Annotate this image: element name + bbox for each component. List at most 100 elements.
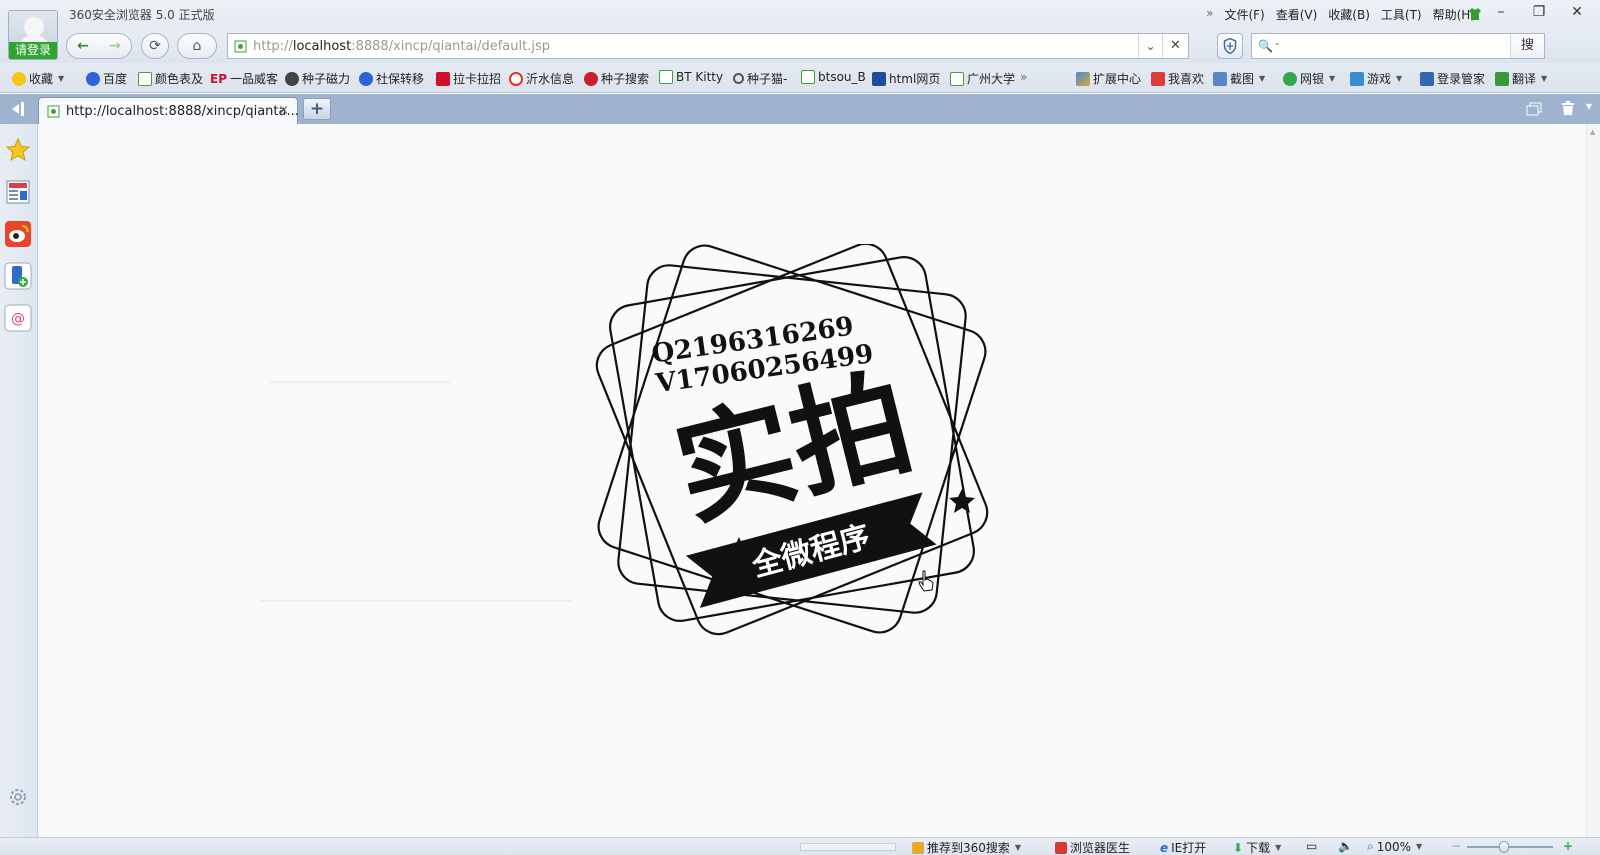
zoom-level[interactable]: ⌕ 100% ▼ <box>1367 839 1422 854</box>
tool-translate[interactable]: 翻译 ▼ <box>1495 70 1547 87</box>
screen-icon[interactable]: ▭ <box>1306 839 1317 853</box>
tool-screenshot[interactable]: 截图 ▼ <box>1213 70 1265 87</box>
settings-gear-icon[interactable] <box>7 786 29 808</box>
forward-arrow-icon[interactable]: → <box>109 38 121 54</box>
favorites-more-icon[interactable]: » <box>1020 70 1027 84</box>
security-shield-icon[interactable] <box>1217 33 1243 59</box>
zoom-slider-track[interactable] <box>1467 846 1553 848</box>
page-icon <box>138 71 152 86</box>
sidebar-favorites-star-icon[interactable] <box>4 136 32 164</box>
favorites-bar: 收藏 ▼ 百度 颜色表及 EP 一品威客 种子磁力 社保转移 拉卡拉招 沂水信息 种… <box>0 63 1600 93</box>
tool-games[interactable]: 游戏 ▼ <box>1350 70 1402 87</box>
address-dropdown-icon[interactable]: ⌄ <box>1138 34 1162 58</box>
fav-item-torrent-cat[interactable]: 种子猫- <box>733 70 787 87</box>
extension-cube-icon <box>1076 71 1090 86</box>
fav-item-torrent-magnet[interactable]: 种子磁力 <box>285 70 350 87</box>
menu-more-icon[interactable]: » <box>1206 6 1213 23</box>
title-bar: 360安全浏览器 5.0 正式版 » 文件(F) 查看(V) 收藏(B) 工具(… <box>0 0 1600 30</box>
zoom-slider-thumb[interactable] <box>1498 841 1509 853</box>
stop-icon[interactable]: ✕ <box>1162 34 1188 58</box>
recommend-360-search[interactable]: 推荐到360搜索 ▼ <box>912 839 1021 855</box>
chevron-down-icon: ▼ <box>1329 74 1336 83</box>
faint-text-line <box>261 600 573 602</box>
minimize-button[interactable]: – <box>1486 2 1516 22</box>
fav-item-lakala[interactable]: 拉卡拉招 <box>436 70 501 87</box>
chevron-down-icon: ▼ <box>1259 74 1266 83</box>
search-icon <box>733 73 744 84</box>
chevron-down-icon: ▼ <box>1014 843 1022 852</box>
fav-item-html-page[interactable]: html网页 <box>872 70 940 87</box>
close-button[interactable]: ✕ <box>1562 2 1592 22</box>
chevron-down-icon[interactable]: ▼ <box>1586 102 1592 111</box>
zoom-out-icon[interactable]: − <box>1451 839 1461 853</box>
fav-item-baidu[interactable]: 百度 <box>86 70 127 87</box>
heart-icon <box>1151 71 1165 86</box>
page-icon <box>234 40 247 53</box>
tab-close-icon[interactable]: × <box>278 103 289 118</box>
menu-tools[interactable]: 工具(T) <box>1381 6 1422 23</box>
new-tab-button[interactable]: + <box>303 98 331 120</box>
fav-item-gzhu[interactable]: 广州大学 <box>950 70 1015 87</box>
paw-icon <box>86 71 100 86</box>
avatar-head-shape <box>24 17 44 37</box>
zoom-in-icon[interactable]: + <box>1563 839 1573 853</box>
user-avatar[interactable]: 请登录 <box>8 10 58 60</box>
thumbs-up-icon <box>912 841 924 854</box>
sidebar-weibo-icon[interactable] <box>4 220 32 248</box>
scroll-up-icon[interactable]: ▲ <box>1590 128 1595 136</box>
address-bar[interactable]: http://localhost:8888/xincp/qiantai/defa… <box>227 33 1189 59</box>
login-button[interactable]: 请登录 <box>9 42 57 59</box>
fav-item-bt-kitty[interactable]: BT Kitty <box>659 70 723 84</box>
s-logo-icon <box>509 71 523 86</box>
fav-item-yishui[interactable]: 沂水信息 <box>509 70 574 87</box>
search-box[interactable]: 🔍 ⌄ 搜 <box>1251 33 1545 59</box>
chevron-down-icon: ▼ <box>1275 843 1282 852</box>
vertical-scrollbar[interactable]: ▲ <box>1586 124 1600 837</box>
fav-item-torrent-search[interactable]: 种子搜索 <box>584 70 649 87</box>
downloads[interactable]: ⬇ 下载 ▼ <box>1233 839 1281 855</box>
favorites-menu[interactable]: 收藏 ▼ <box>12 70 64 87</box>
search-engine-caret-icon[interactable]: ⌄ <box>1274 38 1281 47</box>
ep-logo-icon: EP <box>210 71 227 86</box>
hand-cursor-icon <box>918 570 934 592</box>
gamepad-icon <box>1350 71 1364 86</box>
closed-tabs-trash-icon[interactable] <box>1560 100 1576 116</box>
search-button[interactable]: 搜 <box>1510 34 1544 58</box>
restore-button[interactable]: ❐ <box>1524 2 1554 22</box>
skin-shirt-icon[interactable] <box>1468 7 1482 21</box>
back-arrow-icon[interactable]: ← <box>77 38 89 54</box>
tool-extensions[interactable]: 扩展中心 <box>1076 70 1141 87</box>
menu-file[interactable]: 文件(F) <box>1224 6 1264 23</box>
sidebar-mobile-icon[interactable] <box>4 262 32 290</box>
star-icon <box>12 71 26 86</box>
tool-i-like[interactable]: 我喜欢 <box>1151 70 1204 87</box>
page-icon <box>801 70 815 84</box>
home-icon[interactable]: ⌂ <box>177 33 217 59</box>
chevron-down-icon: ▼ <box>1396 74 1403 83</box>
chevron-down-icon: ▼ <box>1541 74 1548 83</box>
volume-icon[interactable]: 🔈 <box>1338 839 1353 853</box>
sidebar-news-icon[interactable] <box>4 178 32 206</box>
medkit-icon <box>1055 841 1067 854</box>
lakala-icon <box>436 71 450 86</box>
tab-active[interactable]: http://localhost:8888/xincp/qianta... × <box>38 97 299 124</box>
restore-tabs-icon[interactable] <box>1526 102 1542 116</box>
navigation-bar: ← → ⟳ ⌂ http://localhost:8888/xincp/qian… <box>0 30 1600 63</box>
sidebar-mail-icon[interactable]: @ <box>4 304 32 332</box>
fav-item-epweike[interactable]: EP 一品威客 <box>210 70 278 87</box>
browser-doctor[interactable]: 浏览器医生 <box>1055 839 1130 855</box>
back-forward-group: ← → <box>66 33 132 59</box>
menu-favorites[interactable]: 收藏(B) <box>1328 6 1370 23</box>
refresh-icon[interactable]: ⟳ <box>141 33 169 59</box>
tab-bar: http://localhost:8888/xincp/qianta... × … <box>0 94 1600 124</box>
open-in-ie[interactable]: e IE打开 <box>1160 839 1206 855</box>
fav-item-btsou[interactable]: btsou_B <box>801 70 866 84</box>
tool-online-banking[interactable]: 网银 ▼ <box>1283 70 1335 87</box>
tool-login-manager[interactable]: 登录管家 <box>1420 70 1485 87</box>
fav-item-color-table[interactable]: 颜色表及 <box>138 70 203 87</box>
fav-item-social-security[interactable]: 社保转移 <box>359 70 424 87</box>
key-icon <box>1420 71 1434 86</box>
menu-view[interactable]: 查看(V) <box>1276 6 1318 23</box>
address-url[interactable]: http://localhost:8888/xincp/qiantai/defa… <box>253 39 550 54</box>
sidebar-toggle-icon[interactable] <box>9 101 27 117</box>
